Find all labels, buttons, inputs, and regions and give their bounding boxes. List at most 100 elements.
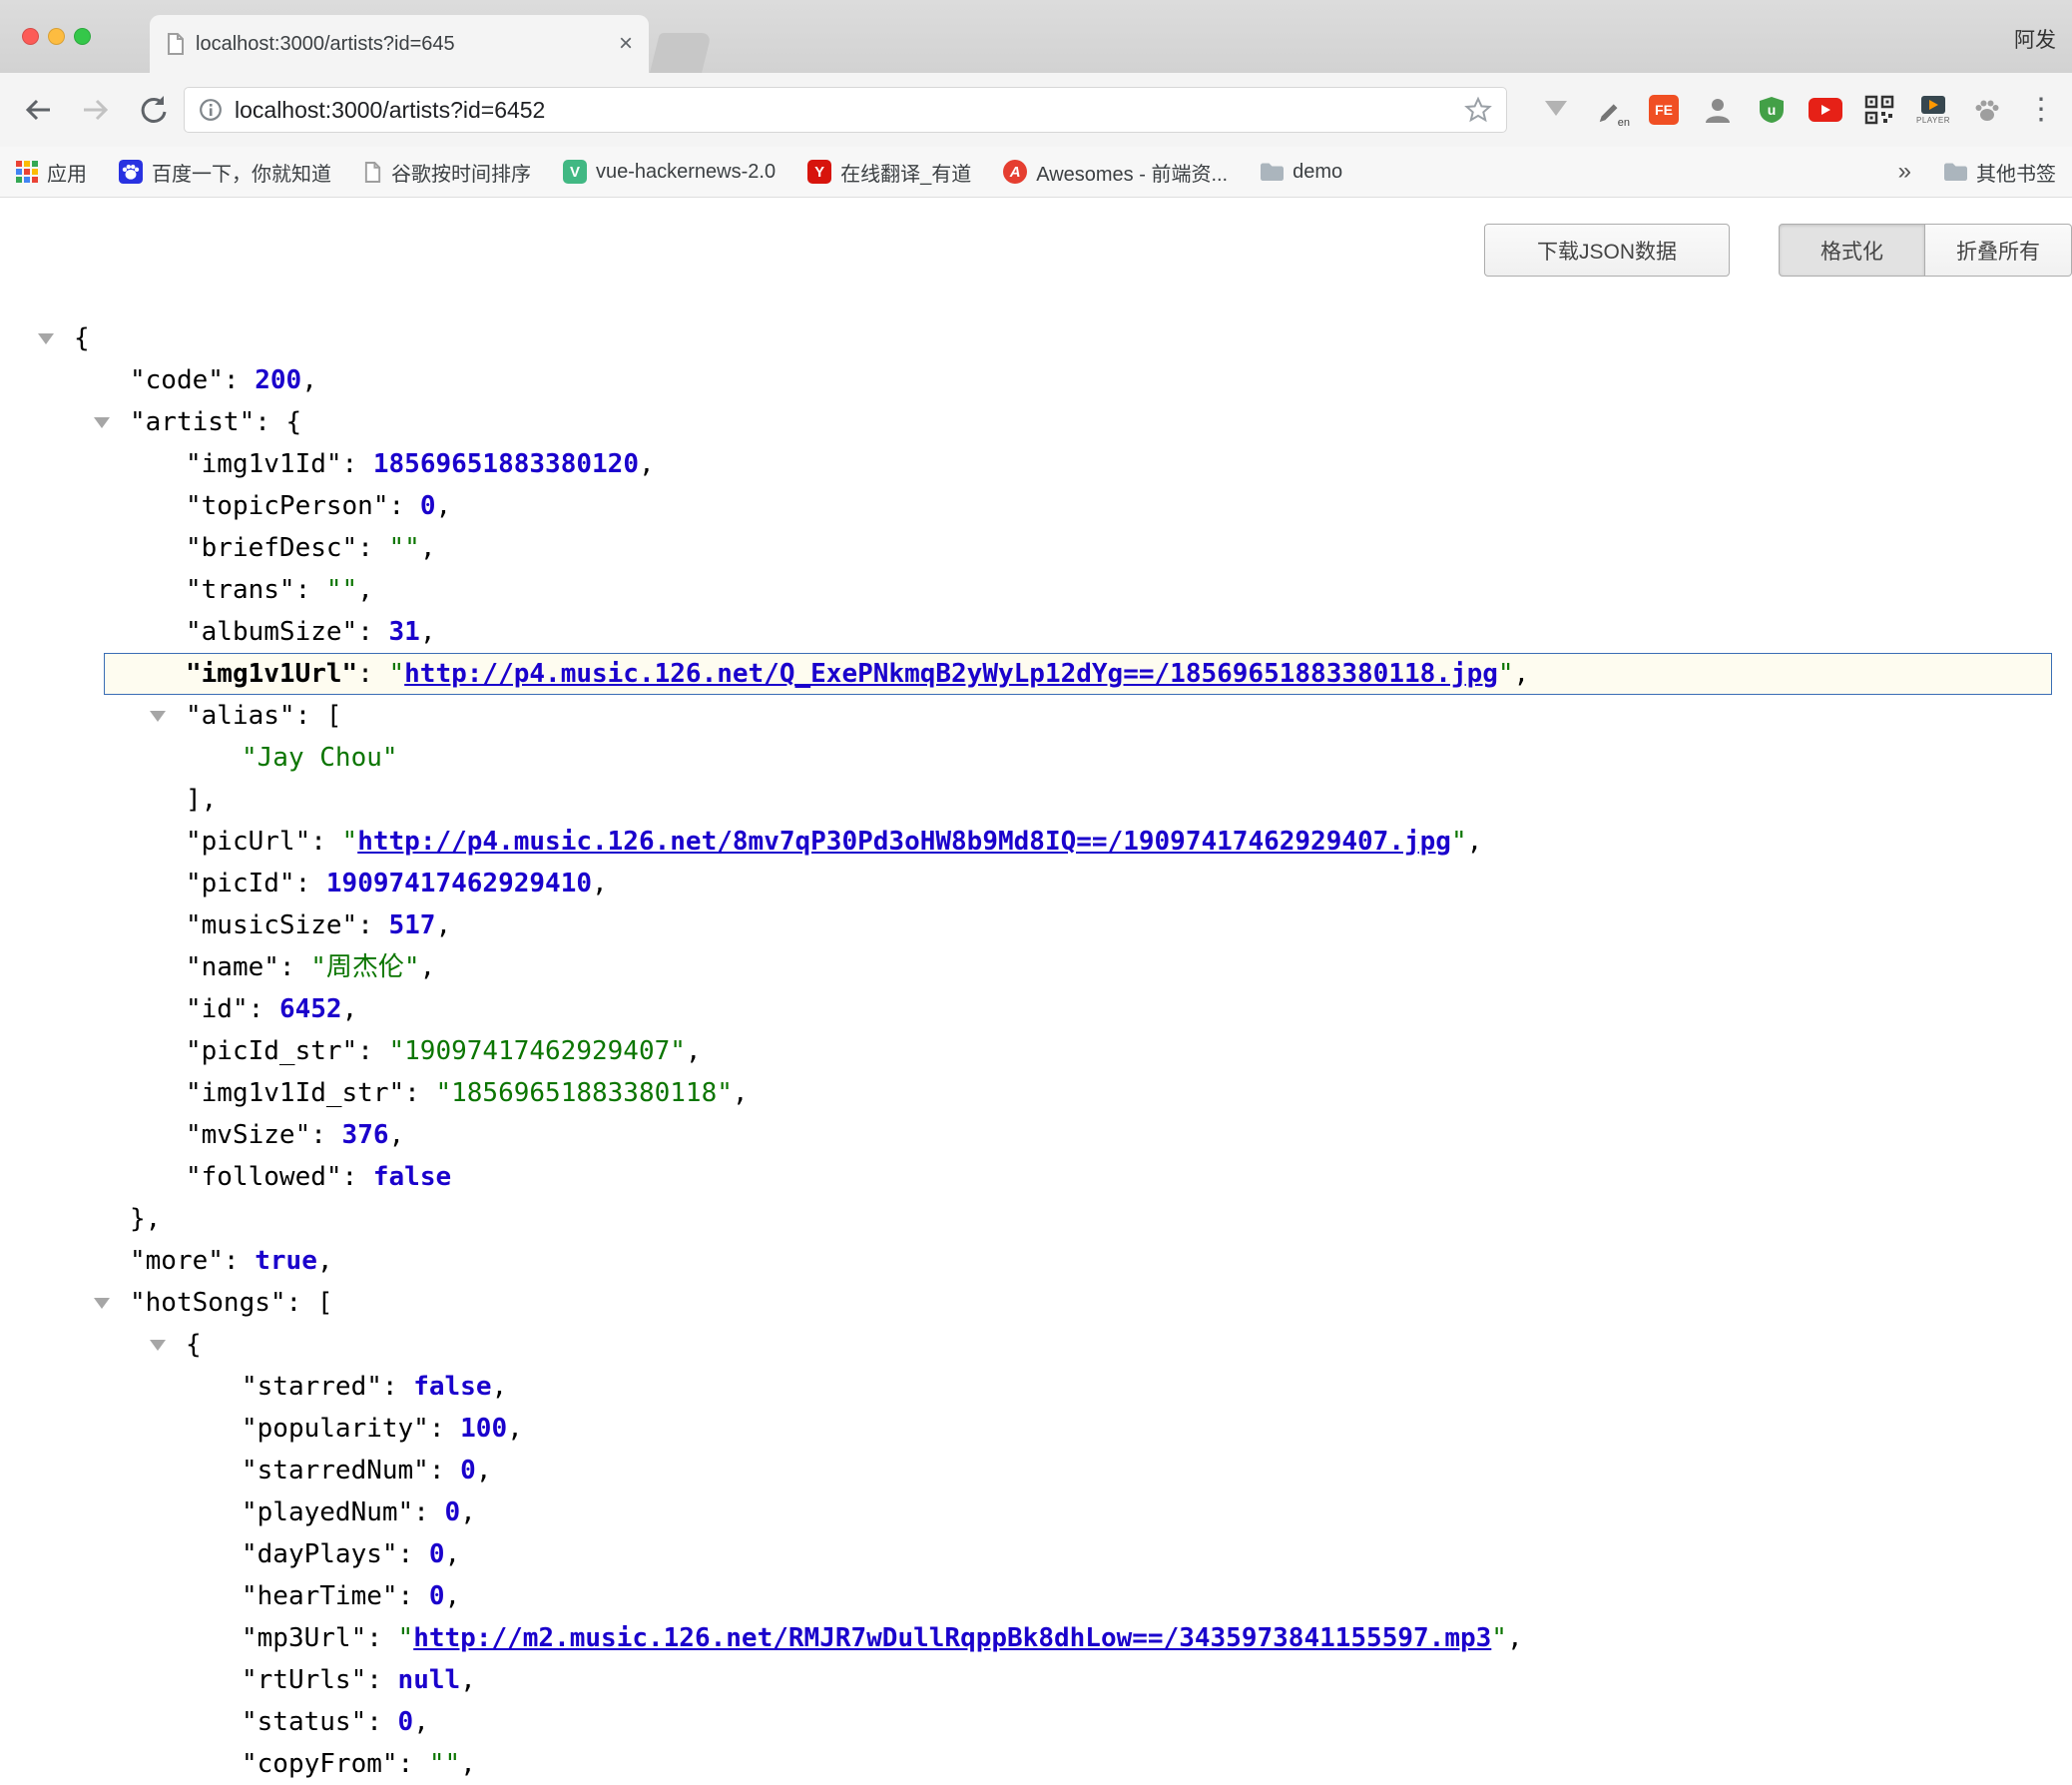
profile-extension-button[interactable] [1695,85,1741,135]
page-content: 下载JSON数据 格式化 折叠所有 {"code": 200,"artist":… [0,198,2072,1751]
collapse-toggle-icon[interactable] [150,711,166,722]
background-tab-stub[interactable] [650,33,712,73]
bookmark-star-icon[interactable] [1464,96,1492,124]
qrcode-extension-button[interactable] [1856,85,1902,135]
player-extension-button[interactable]: PLAYER [1910,85,1956,135]
json-colon: : [310,827,341,857]
json-key: "hotSongs" [130,1288,286,1318]
json-key: "followed" [186,1162,342,1192]
download-json-button[interactable]: 下载JSON数据 [1484,224,1730,277]
json-value-punc: , [445,1581,461,1611]
json-value-str: "Jay Chou" [242,743,398,773]
fe-extension-button[interactable]: FE [1641,85,1687,135]
tab-title: localhost:3000/artists?id=645 [196,33,455,56]
json-key: "picId" [186,869,295,898]
tab-close-icon[interactable]: × [619,32,633,56]
json-key: "trans" [186,575,295,605]
other-bookmarks-folder[interactable]: 其他书签 [1943,158,2056,187]
json-key: "albumSize" [186,617,357,647]
json-key: "rtUrls" [242,1665,366,1695]
person-icon [1703,95,1733,125]
json-value-punc: , [686,1036,702,1066]
json-colon: : [357,659,388,689]
shield-extension-button[interactable]: u [1749,85,1795,135]
json-line: "picUrl": "http://p4.music.126.net/8mv7q… [0,821,2072,863]
json-line: "alias": [ [0,695,2072,737]
json-value-str: "19097417462929407" [389,1036,686,1066]
browser-tab[interactable]: localhost:3000/artists?id=645 × [150,15,649,73]
json-value-str: "" [429,1749,460,1779]
bookmark-vue-hackernews[interactable]: V vue-hackernews-2.0 [563,160,776,184]
apps-grid-icon [16,161,38,183]
collapse-all-button[interactable]: 折叠所有 [1925,224,2072,277]
json-line: "trans": "", [0,569,2072,611]
bookmark-apps[interactable]: 应用 [16,158,87,187]
paw-extension-button[interactable] [1964,85,2010,135]
json-url-link[interactable]: http://p4.music.126.net/Q_ExePNkmqB2yWyL… [404,659,1498,689]
bookmark-baidu[interactable]: 百度一下，你就知道 [119,158,331,187]
collapse-toggle-icon[interactable] [150,1340,166,1351]
json-colon: : [295,701,326,731]
minimize-window-button[interactable] [48,28,65,45]
collapse-toggle-icon[interactable] [94,417,110,428]
json-line: "copyFrom": "", [0,1743,2072,1785]
json-value-punc: , [445,1539,461,1569]
json-line: "briefDesc": "", [0,527,2072,569]
bookmarks-overflow-chevron[interactable]: » [1898,158,1911,186]
json-line: "img1v1Id": 18569651883380120, [0,443,2072,485]
json-line: "img1v1Id_str": "18569651883380118", [0,1072,2072,1114]
address-bar[interactable]: localhost:3000/artists?id=6452 [184,87,1507,133]
json-key: "starredNum" [242,1456,429,1486]
json-value-bool: false [413,1372,491,1402]
json-key: "dayPlays" [242,1539,398,1569]
collapse-toggle-icon[interactable] [94,1298,110,1309]
json-line: "code": 200, [0,359,2072,401]
json-key: "artist" [130,407,255,437]
json-value-num: 0 [445,1497,461,1527]
json-colon: : [357,1036,388,1066]
json-key: "starred" [242,1372,382,1402]
bookmarks-bar: 应用 百度一下，你就知道 谷歌按时间排序 V vue-hackernews-2.… [0,147,2072,198]
collapse-toggle-icon[interactable] [38,333,54,344]
url-text[interactable]: localhost:3000/artists?id=6452 [235,97,1464,124]
shield-icon: u [1757,95,1787,125]
json-line: "more": true, [0,1240,2072,1282]
json-url-link[interactable]: http://p4.music.126.net/8mv7qP30Pd3oHW8b… [357,827,1451,857]
flag-extension-button[interactable] [1533,85,1579,135]
zoom-window-button[interactable] [74,28,91,45]
bookmark-label: Awesomes - 前端资... [1036,158,1228,187]
browser-menu-button[interactable]: ⋮ [2018,85,2064,135]
json-colon: : [286,1288,317,1318]
json-url-link[interactable]: http://m2.music.126.net/RMJR7wDullRqppBk… [413,1623,1491,1653]
json-value-punc: , [420,533,436,563]
json-line: "starredNum": 0, [0,1450,2072,1491]
json-value-punc: , [420,952,436,982]
page-info-icon[interactable] [199,98,223,122]
json-key: "picUrl" [186,827,310,857]
json-value-punc: , [1507,1623,1523,1653]
json-key: "status" [242,1707,366,1737]
json-value-null: null [398,1665,461,1695]
forward-button[interactable] [76,90,116,130]
json-line: "musicSize": 517, [0,904,2072,946]
bookmark-folder-demo[interactable]: demo [1260,161,1342,184]
back-button[interactable] [18,90,58,130]
close-window-button[interactable] [22,28,39,45]
youtube-extension-button[interactable] [1803,85,1848,135]
json-key: "picId_str" [186,1036,357,1066]
json-line: "mvSize": 376, [0,1114,2072,1156]
json-colon: : [366,1665,397,1695]
refresh-button[interactable] [134,90,174,130]
bookmark-awesomes[interactable]: A Awesomes - 前端资... [1003,158,1228,187]
json-key: "alias" [186,701,295,731]
bookmark-label: 应用 [47,158,87,187]
refresh-icon [138,94,170,126]
bookmark-label: demo [1293,161,1342,184]
json-value-punc: , [491,1372,507,1402]
json-value-num: 0 [429,1539,445,1569]
bookmark-youdao-translate[interactable]: Y 在线翻译_有道 [807,158,971,187]
json-key: "topicPerson" [186,491,389,521]
format-button[interactable]: 格式化 [1779,224,1925,277]
translate-extension-button[interactable]: en [1587,85,1633,135]
bookmark-google-sort[interactable]: 谷歌按时间排序 [363,158,531,187]
